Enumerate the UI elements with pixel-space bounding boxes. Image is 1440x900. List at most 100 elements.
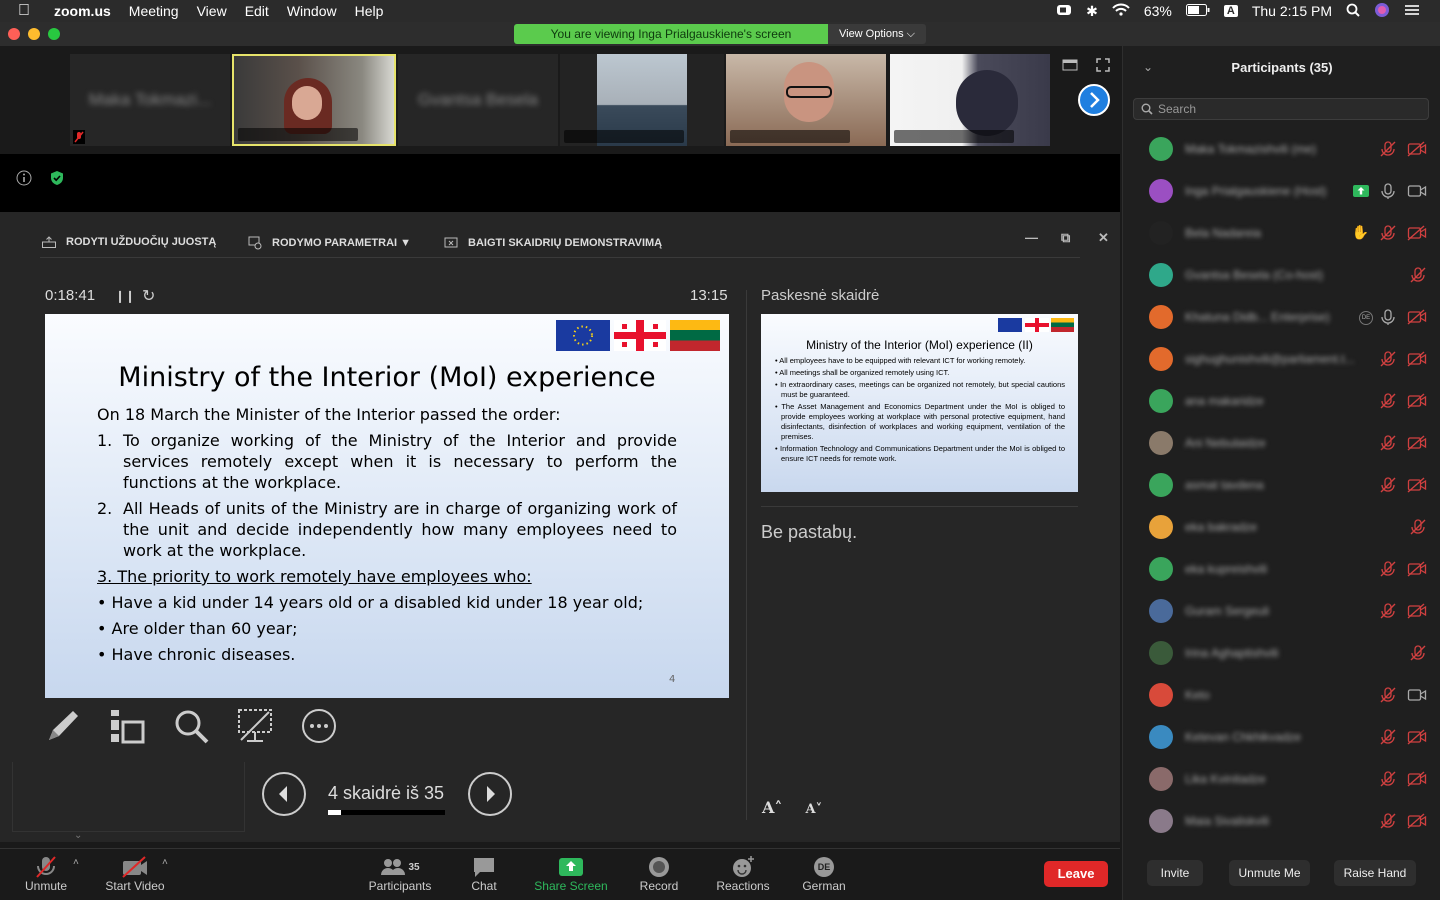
mic-off-icon[interactable] (1379, 602, 1397, 625)
bluetooth-icon[interactable]: ✱ (1086, 3, 1098, 20)
pane-divider[interactable] (746, 290, 747, 820)
participant-row[interactable]: Inga Prialgauskiene (Host) (1123, 170, 1440, 212)
fullscreen-icon[interactable] (1096, 58, 1110, 77)
video-tile[interactable]: Gvantsa Besela (398, 54, 558, 146)
participant-row[interactable]: ana makaridze (1123, 380, 1440, 422)
menu-view[interactable]: View (197, 3, 227, 19)
video-off-icon[interactable] (1407, 560, 1427, 583)
video-off-icon[interactable] (1407, 140, 1427, 163)
menubar-clock[interactable]: Thu 2:15 PM (1252, 3, 1332, 19)
participant-row[interactable]: Ketevan Chkhikvadze (1123, 716, 1440, 758)
next-page-button[interactable] (1078, 84, 1110, 121)
mic-off-icon[interactable] (1379, 770, 1397, 793)
participant-row[interactable]: eka bakradze (1123, 506, 1440, 548)
menu-help[interactable]: Help (355, 3, 384, 19)
previous-slide-button[interactable] (262, 772, 306, 816)
pause-timer-icon[interactable]: ❙❙ (115, 289, 135, 303)
participants-button[interactable]: 35 Participants (364, 855, 436, 893)
video-off-icon[interactable] (1407, 224, 1427, 247)
display-settings-button[interactable]: RODYMO PARAMETRAI ▼ (248, 236, 411, 250)
siri-icon[interactable] (1374, 2, 1390, 21)
video-off-icon[interactable] (1407, 308, 1427, 331)
video-tile-active-speaker[interactable] (232, 54, 396, 146)
end-slideshow-button[interactable]: BAIGTI SKAIDRIŲ DEMONSTRAVIMĄ (444, 236, 662, 250)
mic-off-icon[interactable] (1379, 686, 1397, 709)
show-taskbar-button[interactable]: RODYTI UŽDUOČIŲ JUOSTĄ (42, 236, 216, 248)
mic-off-icon[interactable] (1379, 350, 1397, 373)
close-window-button[interactable] (8, 28, 20, 40)
black-screen-icon[interactable] (237, 708, 273, 749)
chat-button[interactable]: Chat (462, 855, 506, 893)
mic-off-icon[interactable] (1379, 392, 1397, 415)
restart-timer-icon[interactable]: ↻ (142, 286, 155, 306)
menu-app[interactable]: zoom.us (54, 3, 111, 19)
gallery-layout-icon[interactable] (1062, 58, 1078, 76)
video-off-icon[interactable] (1407, 728, 1427, 751)
pen-icon[interactable] (45, 708, 81, 749)
spotlight-search-icon[interactable] (1346, 3, 1360, 20)
leave-button[interactable]: Leave (1044, 861, 1108, 887)
mic-off-icon[interactable] (1379, 812, 1397, 835)
video-tile[interactable] (726, 54, 886, 146)
participant-row[interactable]: asmat tavdena (1123, 464, 1440, 506)
video-off-icon[interactable] (1407, 392, 1427, 415)
zoom-slide-icon[interactable] (173, 708, 209, 749)
start-video-button[interactable]: Start Video (100, 855, 170, 893)
minimize-icon[interactable]: — (1025, 230, 1038, 245)
input-source-indicator[interactable]: A (1223, 5, 1238, 17)
video-off-icon[interactable] (1407, 434, 1427, 457)
video-tile[interactable] (890, 54, 1050, 146)
zoom-window-button[interactable] (48, 28, 60, 40)
mic-off-icon[interactable] (1379, 476, 1397, 499)
language-interpretation-button[interactable]: DE German (798, 855, 850, 893)
participant-row[interactable]: Irina Aghaptishvili (1123, 632, 1440, 674)
unmute-button[interactable]: Unmute (20, 855, 72, 893)
raise-hand-button[interactable]: Raise Hand (1334, 860, 1416, 886)
next-slide-button[interactable] (468, 772, 512, 816)
more-options-icon[interactable] (301, 708, 337, 749)
video-off-icon[interactable] (1407, 350, 1427, 373)
close-icon[interactable]: ✕ (1098, 230, 1109, 246)
zoom-status-icon[interactable] (1056, 3, 1072, 19)
collapse-chevron-icon[interactable]: ⌄ (74, 830, 82, 841)
video-tile[interactable]: Maka Tokmazi... (70, 54, 230, 146)
info-icon[interactable] (16, 170, 32, 191)
see-all-slides-icon[interactable] (109, 708, 145, 749)
video-on-icon[interactable] (1407, 686, 1427, 709)
video-off-icon[interactable] (1407, 602, 1427, 625)
record-button[interactable]: Record (636, 855, 682, 893)
mic-off-icon[interactable] (1379, 560, 1397, 583)
decrease-font-icon[interactable]: A˅ (806, 802, 823, 817)
unmute-me-button[interactable]: Unmute Me (1229, 860, 1310, 886)
invite-button[interactable]: Invite (1147, 860, 1203, 886)
participant-search-input[interactable]: Search (1133, 98, 1429, 120)
menu-edit[interactable]: Edit (245, 3, 269, 19)
audio-options-chevron-icon[interactable]: ˄ (73, 857, 79, 868)
participant-row[interactable]: Maia Sivaliskvili (1123, 800, 1440, 842)
wifi-icon[interactable] (1112, 3, 1130, 19)
increase-font-icon[interactable]: A˄ (762, 798, 782, 817)
video-tile[interactable] (560, 54, 724, 146)
participant-row[interactable]: Khatuna Didb... Enterprise) DE (1123, 296, 1440, 338)
participant-row[interactable]: Lika Kvinitadze (1123, 758, 1440, 800)
menu-window[interactable]: Window (287, 3, 337, 19)
reactions-button[interactable]: Reactions (712, 855, 774, 893)
speaker-notes[interactable]: Be pastabų. (761, 522, 857, 543)
mic-off-icon[interactable] (1409, 644, 1427, 667)
participant-row[interactable]: sighughunishvili@parliament.t... (1123, 338, 1440, 380)
mic-on-icon[interactable] (1379, 308, 1397, 331)
share-screen-button[interactable]: Share Screen (530, 855, 612, 893)
mic-off-icon[interactable] (1379, 224, 1397, 247)
next-slide-preview[interactable]: Ministry of the Interior (MoI) experienc… (761, 314, 1078, 492)
mic-off-icon[interactable] (1379, 434, 1397, 457)
mic-on-icon[interactable] (1379, 182, 1397, 205)
view-options-button[interactable]: View Options ⌵ (828, 24, 926, 44)
mic-off-icon[interactable] (1409, 518, 1427, 541)
participant-row[interactable]: eka kupreishvili (1123, 548, 1440, 590)
restore-icon[interactable]: ⧉ (1061, 230, 1070, 246)
mic-off-icon[interactable] (1379, 140, 1397, 163)
minimize-window-button[interactable] (28, 28, 40, 40)
participant-row[interactable]: Keto (1123, 674, 1440, 716)
video-off-icon[interactable] (1407, 476, 1427, 499)
security-shield-icon[interactable] (50, 170, 64, 191)
